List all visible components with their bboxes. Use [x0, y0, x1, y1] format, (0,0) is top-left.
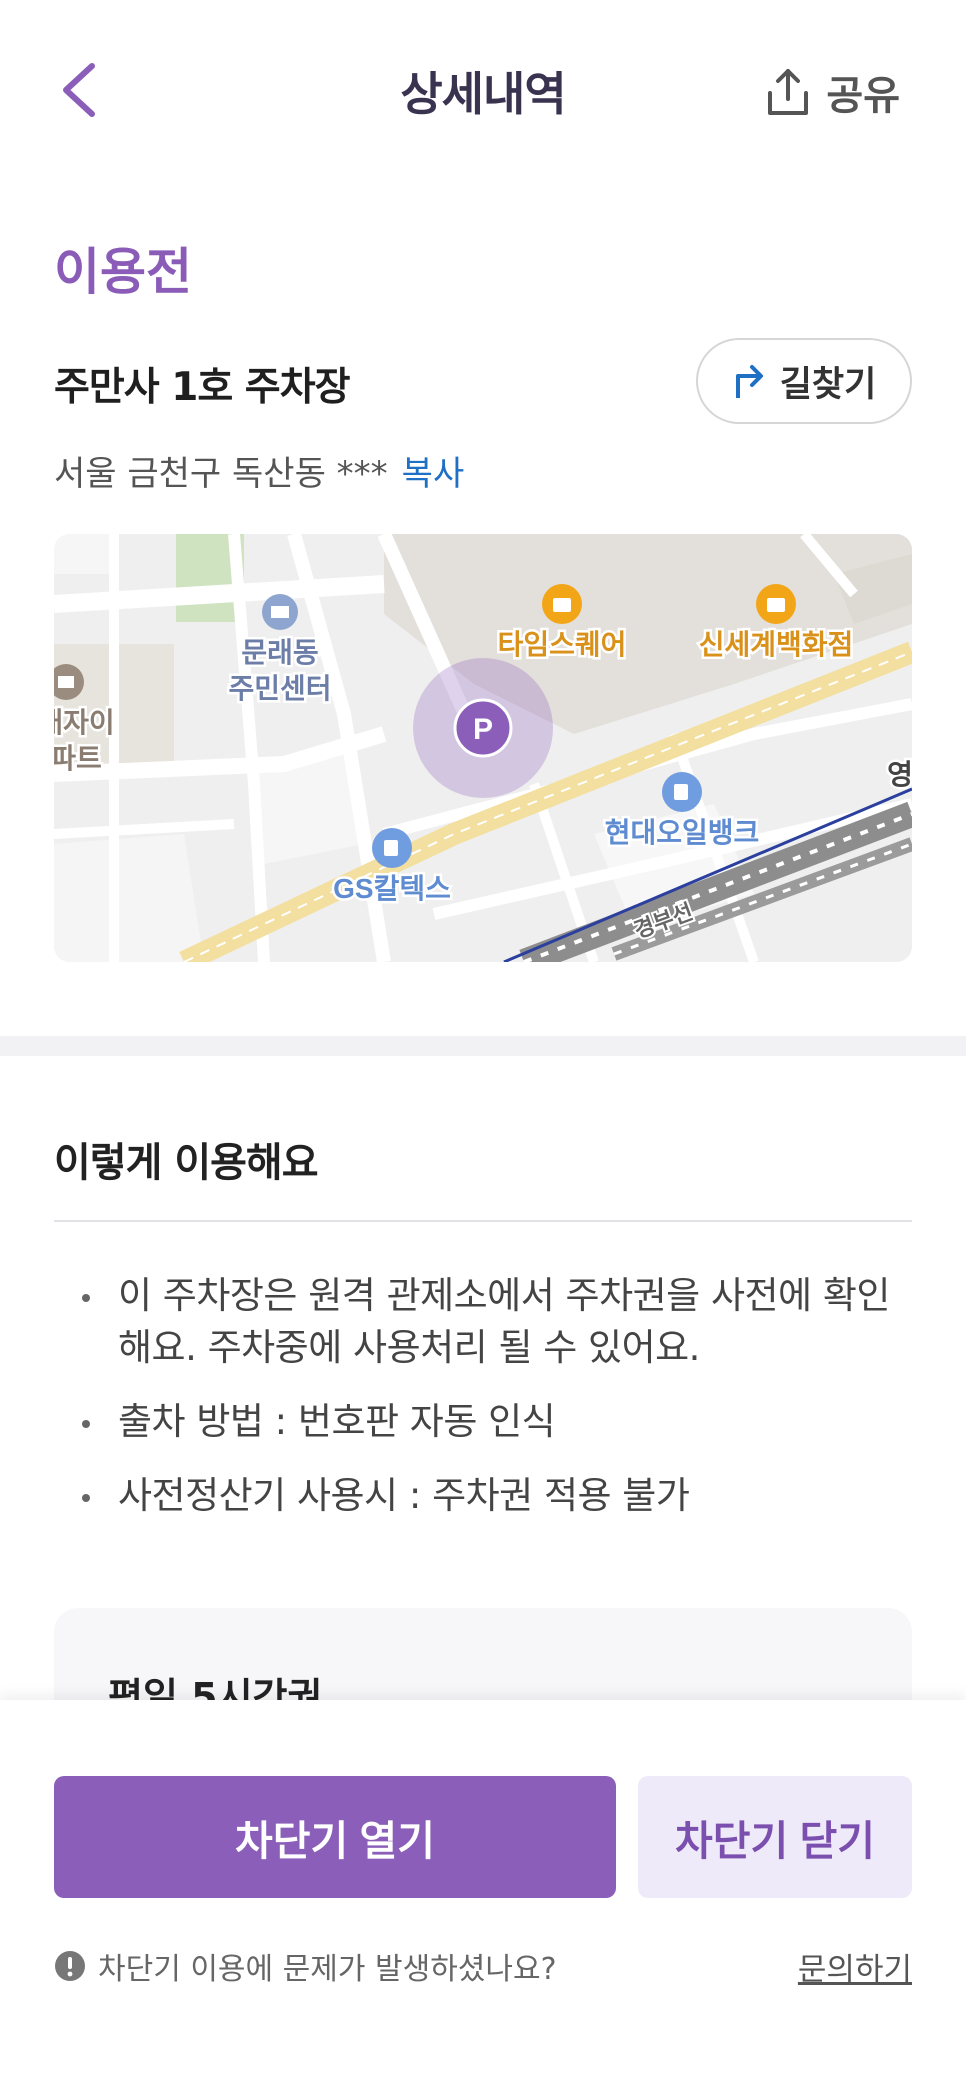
header: 상세내역 공유	[0, 0, 966, 180]
list-item: 출차 방법 : 번호판 자동 인식	[78, 1396, 918, 1448]
map-label: 현대오일뱅크	[605, 817, 760, 848]
copy-address-button[interactable]: 복사	[402, 446, 465, 495]
map-label: 신세계백화점	[699, 629, 854, 660]
open-gate-button[interactable]: 차단기 열기	[54, 1776, 616, 1898]
share-label: 공유	[826, 73, 900, 119]
help-text: 차단기 이용에 문제가 발생하셨나요?	[98, 1952, 557, 1987]
map-label: 파트	[54, 743, 102, 774]
map-label: 래자이	[54, 707, 115, 738]
close-gate-button[interactable]: 차단기 닫기	[638, 1776, 912, 1898]
alert-icon	[55, 1951, 85, 1981]
location-map[interactable]: 문래동 주민센터 래자이 파트 타임스퀘어 신세계백화점 현대오일뱅크 GS칼텍…	[54, 534, 912, 962]
help-row: 차단기 이용에 문제가 발생하셨나요?	[54, 1944, 557, 1988]
list-item: 사전정산기 사용시 : 주차권 적용 불가	[78, 1470, 918, 1522]
inquiry-link[interactable]: 문의하기	[798, 1944, 912, 1989]
parking-marker-label: P	[473, 713, 493, 746]
status-badge: 이용전	[54, 243, 192, 301]
map-canvas: 문래동 주민센터 래자이 파트 타임스퀘어 신세계백화점 현대오일뱅크 GS칼텍…	[54, 534, 912, 962]
map-label: 영	[887, 759, 912, 790]
section-divider	[0, 1036, 966, 1056]
share-button[interactable]: 공유	[764, 64, 900, 120]
usage-guide-title: 이렇게 이용해요	[54, 1140, 319, 1186]
usage-divider	[54, 1220, 912, 1222]
list-item: 이 주차장은 원격 관제소에서 주차권을 사전에 확인해요. 주차중에 사용처리…	[78, 1270, 918, 1374]
bottom-action-panel: 차단기 열기 차단기 닫기 차단기 이용에 문제가 발생하셨나요? 문의하기	[0, 1700, 966, 2093]
share-icon	[768, 69, 809, 115]
directions-button[interactable]: 길찾기	[696, 338, 912, 424]
turn-right-arrow-icon	[735, 365, 763, 398]
address-row: 서울 금천구 독산동 *** 복사	[54, 446, 464, 495]
address-text: 서울 금천구 독산동 ***	[54, 454, 388, 494]
parking-lot-name: 주만사 1호 주차장	[54, 365, 350, 410]
map-label: 문래동	[241, 637, 318, 668]
directions-label: 길찾기	[779, 364, 877, 405]
map-label: GS칼텍스	[333, 873, 451, 904]
map-label: 타임스퀘어	[498, 629, 627, 660]
map-label: 주민센터	[228, 673, 331, 704]
usage-guide-list: 이 주차장은 원격 관제소에서 주차권을 사전에 확인해요. 주차중에 사용처리…	[78, 1270, 918, 1544]
